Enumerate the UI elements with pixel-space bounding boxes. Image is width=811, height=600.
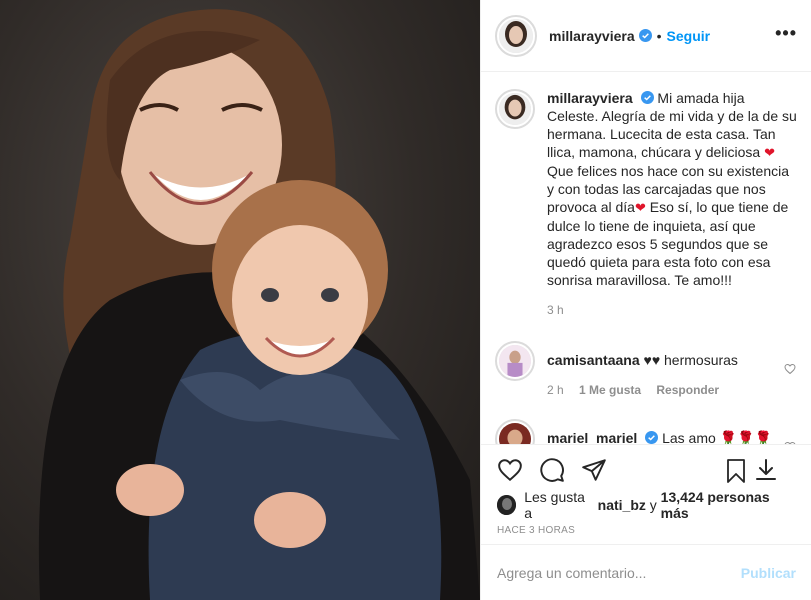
author-username[interactable]: millarayviera bbox=[549, 28, 635, 44]
download-icon[interactable] bbox=[754, 457, 778, 483]
reply-button[interactable]: Responder bbox=[656, 383, 719, 397]
comment-username[interactable]: mariel_mariel bbox=[547, 430, 637, 444]
comment-bubble-icon[interactable] bbox=[539, 457, 565, 483]
caption-meta: 3 h bbox=[547, 303, 798, 317]
avatar-image bbox=[499, 18, 533, 53]
verified-badge-icon bbox=[640, 91, 654, 104]
like-heart-icon[interactable] bbox=[497, 457, 523, 483]
verified-badge-icon bbox=[638, 29, 652, 42]
likes-summary: Les gusta a nati_bz y 13,424 personas má… bbox=[481, 489, 811, 521]
comment-input[interactable] bbox=[497, 564, 741, 581]
share-paper-plane-icon[interactable] bbox=[581, 457, 607, 483]
avatar-image bbox=[499, 423, 531, 444]
dot-separator: • bbox=[656, 27, 662, 44]
post-header: millarayviera • Seguir ••• bbox=[481, 0, 811, 72]
action-icon-bar bbox=[481, 445, 811, 495]
comment-time[interactable]: 2 h bbox=[547, 383, 564, 397]
liker-username[interactable]: nati_bz bbox=[598, 497, 646, 513]
post-panel: millarayviera • Seguir ••• millarayviera… bbox=[480, 0, 811, 600]
heart-emoji-icon: ❤ bbox=[764, 145, 776, 160]
photo-illustration bbox=[38, 9, 480, 600]
caption-text: millarayviera Mi amada hija Celeste. Ale… bbox=[547, 89, 798, 289]
comment-body: Las amo 🌹🌹🌹 bbox=[662, 430, 772, 444]
more-options-icon[interactable]: ••• bbox=[775, 24, 797, 42]
caption-row: millarayviera Mi amada hija Celeste. Ale… bbox=[495, 89, 798, 317]
post-photo[interactable] bbox=[0, 0, 480, 600]
avatar-image bbox=[499, 345, 531, 377]
comment-body: ♥♥ hermosuras bbox=[643, 352, 738, 368]
avatar-image bbox=[499, 93, 531, 125]
save-bookmark-icon[interactable] bbox=[724, 458, 748, 484]
comment-username[interactable]: camisantaana bbox=[547, 352, 640, 368]
author-avatar[interactable] bbox=[495, 14, 537, 57]
heart-emoji-icon: ❤ bbox=[634, 200, 646, 215]
comment-composer: Publicar bbox=[481, 544, 811, 600]
caption-username[interactable]: millarayviera bbox=[547, 90, 633, 106]
comment-likes[interactable]: 1 Me gusta bbox=[579, 383, 641, 397]
caption-avatar[interactable] bbox=[495, 89, 535, 129]
liker-avatar[interactable] bbox=[497, 495, 517, 515]
post-timestamp[interactable]: HACE 3 HORAS bbox=[481, 525, 811, 536]
follow-button[interactable]: Seguir bbox=[667, 28, 711, 44]
comment-text: camisantaana ♥♥ hermosuras bbox=[547, 351, 798, 369]
commenter-avatar[interactable] bbox=[495, 341, 535, 381]
likes-connector: y bbox=[649, 497, 657, 513]
comment-meta: 2 h 1 Me gusta Responder bbox=[547, 383, 798, 397]
publish-button[interactable]: Publicar bbox=[741, 565, 796, 581]
commenter-avatar[interactable] bbox=[495, 419, 535, 444]
verified-badge-icon bbox=[645, 431, 659, 444]
caption-time[interactable]: 3 h bbox=[547, 303, 564, 317]
comment-row: camisantaana ♥♥ hermosuras 2 h 1 Me gust… bbox=[495, 341, 798, 397]
comment-text: mariel_mariel Las amo 🌹🌹🌹 bbox=[547, 429, 798, 444]
comment-row: mariel_mariel Las amo 🌹🌹🌹 bbox=[495, 419, 798, 444]
comments-section[interactable]: millarayviera Mi amada hija Celeste. Ale… bbox=[481, 73, 811, 444]
comment-like-heart-icon[interactable] bbox=[784, 363, 796, 375]
